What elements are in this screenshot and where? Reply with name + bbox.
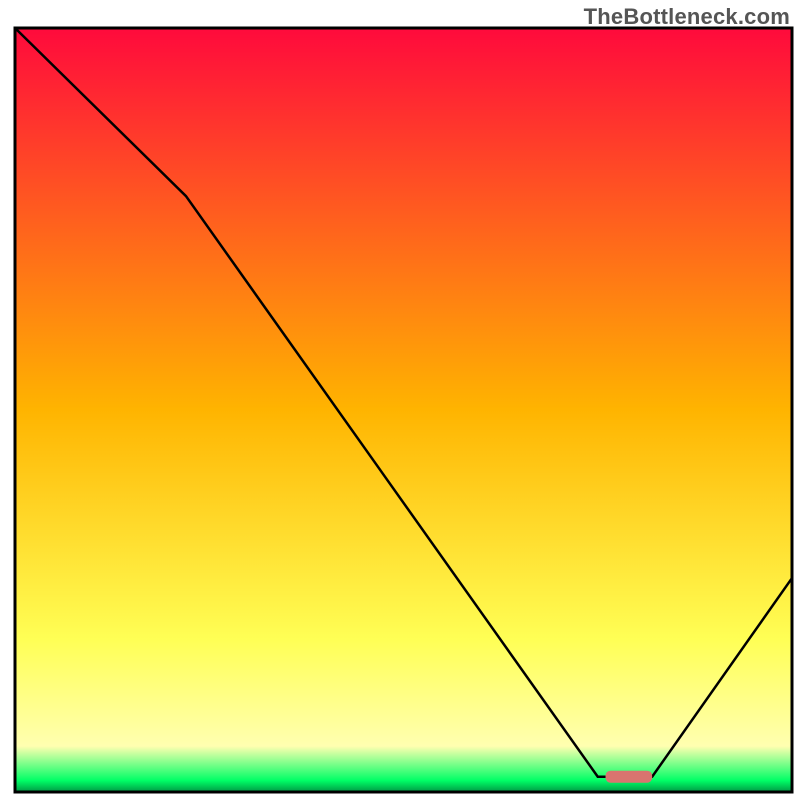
optimal-segment-marker xyxy=(606,771,653,783)
watermark-text: TheBottleneck.com xyxy=(584,4,790,30)
chart-container: TheBottleneck.com xyxy=(0,0,800,800)
bottleneck-chart xyxy=(0,0,800,800)
